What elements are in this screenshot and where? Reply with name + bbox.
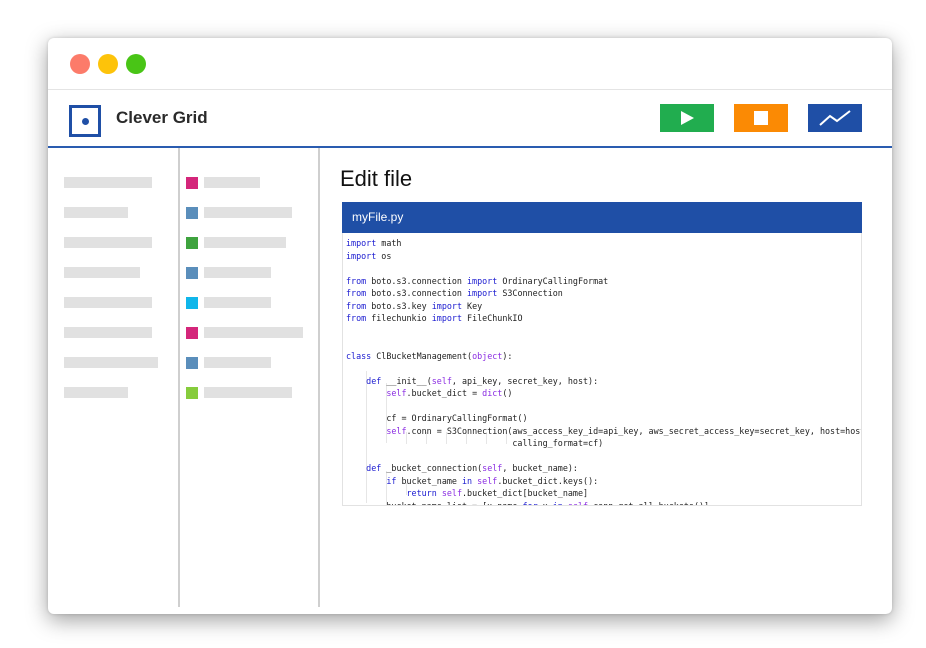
code-line: from filechunkio import FileChunkIO [346, 313, 523, 323]
minimize-window-button[interactable] [98, 54, 118, 74]
file-tab[interactable]: myFile.py [342, 202, 862, 233]
app-header: Clever Grid [48, 90, 892, 148]
stop-icon [754, 111, 768, 125]
stop-button[interactable] [734, 104, 788, 132]
list-item[interactable] [204, 297, 271, 308]
sidebar-item[interactable] [64, 327, 152, 338]
code-line: self.bucket_dict = dict() [386, 388, 513, 398]
code-line: import math [346, 238, 402, 248]
logo-dot [82, 118, 89, 125]
list-item[interactable] [204, 237, 286, 248]
category-color-marker [186, 267, 198, 279]
code-line: def _bucket_connection(self, bucket_name… [366, 463, 578, 473]
sidebar-item[interactable] [64, 177, 152, 188]
category-color-marker [186, 327, 198, 339]
code-line: class ClBucketManagement(object): [346, 350, 513, 361]
title-bar [48, 38, 892, 90]
category-color-marker [186, 237, 198, 249]
sidebar-item[interactable] [64, 267, 140, 278]
file-name-label: myFile.py [352, 210, 404, 224]
code-line: from boto.s3.key import Key [346, 300, 483, 311]
code-line: if bucket_name in self.bucket_dict.keys(… [386, 475, 599, 486]
sidebar-item[interactable] [64, 237, 152, 248]
code-line: from boto.s3.connection import S3Connect… [346, 288, 563, 298]
sidebar-item[interactable] [64, 297, 152, 308]
category-color-marker [186, 387, 198, 399]
app-title: Clever Grid [116, 108, 208, 127]
code-line: import os [346, 250, 392, 261]
code-line: from boto.s3.connection import OrdinaryC… [346, 275, 609, 286]
category-color-marker [186, 207, 198, 219]
sidebar-item[interactable] [64, 207, 128, 218]
sidebar-divider [178, 148, 180, 607]
list-item[interactable] [204, 327, 303, 338]
list-divider [318, 148, 320, 607]
code-line: return self.bucket_dict[bucket_name] [406, 488, 589, 498]
app-window: Clever Grid Edit file myFile.py import m… [48, 38, 892, 614]
list-item[interactable] [204, 177, 260, 188]
list-item[interactable] [204, 207, 292, 218]
list-item[interactable] [204, 387, 292, 398]
play-button[interactable] [660, 104, 714, 132]
code-line: bucket_name_list = [x.name for x in self… [346, 500, 710, 506]
page-title: Edit file [340, 166, 413, 191]
code-line: calling_format=cf) [346, 438, 604, 448]
category-color-marker [186, 177, 198, 189]
category-color-marker [186, 357, 198, 369]
close-window-button[interactable] [70, 54, 90, 74]
code-line: def __init__(self, api_key, secret_key, … [366, 375, 599, 386]
sidebar-item[interactable] [64, 387, 128, 398]
line-chart-icon [819, 110, 851, 126]
list-item[interactable] [204, 357, 271, 368]
code-editor[interactable]: import math import os from boto.s3.connect… [342, 233, 862, 506]
play-icon [681, 111, 694, 125]
code-line: cf = OrdinaryCallingFormat() [346, 413, 528, 423]
logo-icon [69, 105, 101, 137]
category-color-marker [186, 297, 198, 309]
list-item[interactable] [204, 267, 271, 278]
sidebar-item[interactable] [64, 357, 158, 368]
chart-button[interactable] [808, 104, 862, 132]
code-line: self.conn = S3Connection(aws_access_key_… [386, 425, 862, 436]
maximize-window-button[interactable] [126, 54, 146, 74]
